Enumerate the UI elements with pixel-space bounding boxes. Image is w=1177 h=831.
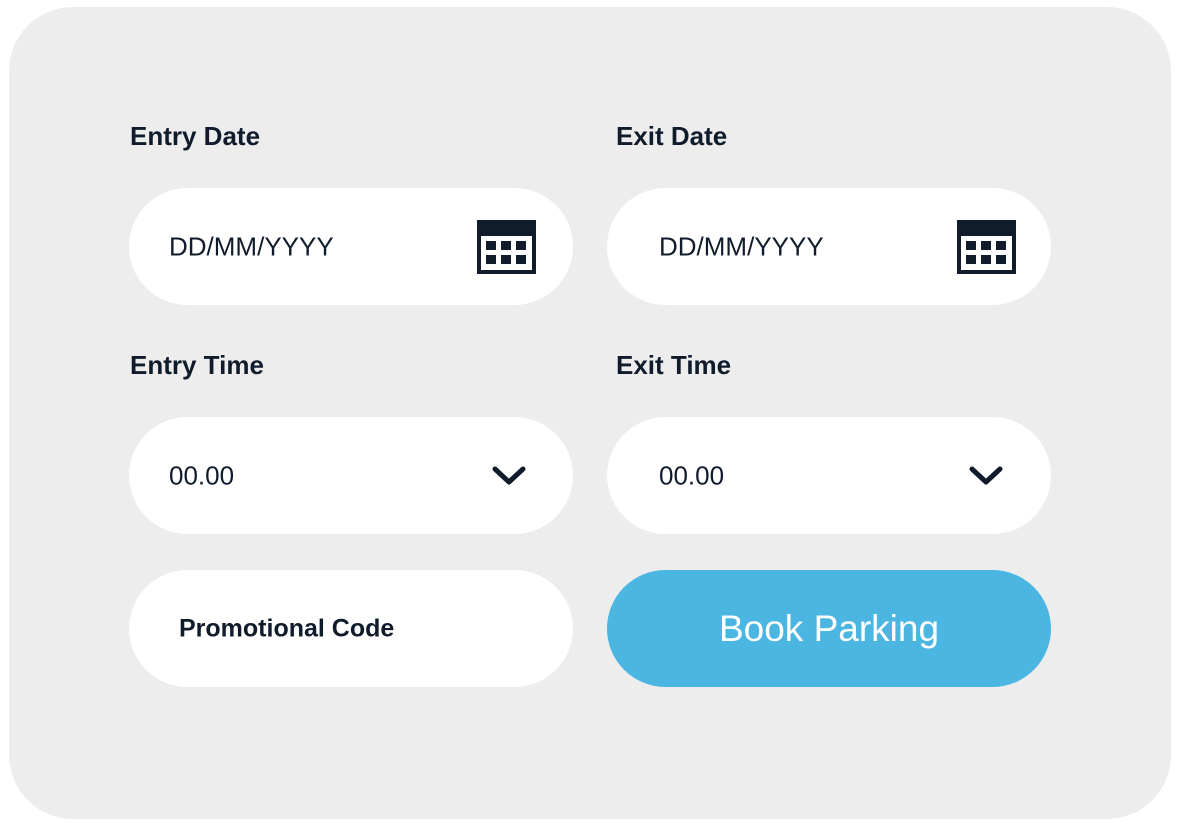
entry-time-select[interactable]: 00.00 (129, 417, 573, 534)
calendar-icon[interactable] (477, 219, 536, 274)
booking-form-card: Entry Date DD/MM/YYYY Exit Date DD/MM/YY… (9, 7, 1171, 819)
exit-time-select[interactable]: 00.00 (607, 417, 1051, 534)
chevron-down-icon[interactable] (492, 465, 526, 487)
calendar-icon[interactable] (957, 219, 1016, 274)
entry-date-field[interactable]: DD/MM/YYYY (129, 188, 573, 305)
entry-time-label: Entry Time (130, 350, 264, 380)
exit-time-label: Exit Time (616, 350, 732, 380)
promo-code-placeholder: Promotional Code (179, 614, 395, 642)
book-parking-button[interactable]: Book Parking (607, 570, 1051, 687)
promo-code-field[interactable]: Promotional Code (129, 570, 573, 687)
entry-date-label: Entry Date (130, 121, 261, 151)
exit-date-label: Exit Date (616, 121, 728, 151)
exit-date-placeholder: DD/MM/YYYY (659, 231, 824, 261)
entry-date-placeholder: DD/MM/YYYY (169, 231, 334, 261)
entry-time-value: 00.00 (169, 460, 235, 490)
exit-time-value: 00.00 (659, 460, 725, 490)
exit-date-field[interactable]: DD/MM/YYYY (607, 188, 1051, 305)
chevron-down-icon[interactable] (969, 465, 1003, 487)
